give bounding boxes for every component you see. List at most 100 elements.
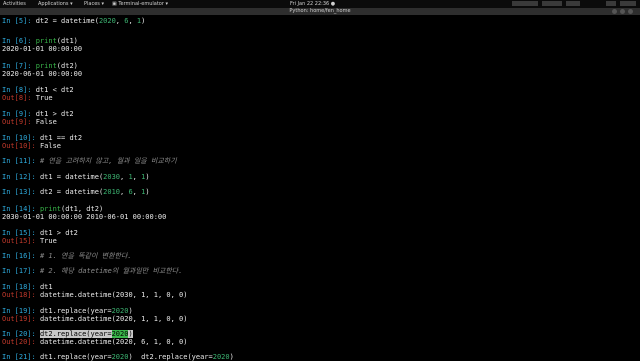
output-line: Out[20]: datetime.datetime(2020, 6, 1, 0…: [2, 338, 187, 346]
output-line: Out[18]: datetime.datetime(2030, 1, 1, 0…: [2, 291, 187, 299]
code-text: True: [35, 94, 53, 102]
selected-text: 2020: [111, 330, 129, 338]
input-line: In [9]: dt1 > dt2: [2, 110, 74, 118]
input-line: In [5]: dt2 = datetime(2020, 6, 1): [2, 17, 145, 25]
input-line: In [11]: # 연을 고려하지 않고, 월과 일을 비교하기: [2, 157, 177, 165]
out-prompt: Out[8]:: [2, 94, 36, 102]
code-text: 2020: [111, 307, 129, 315]
in-prompt: In [16]:: [2, 252, 40, 260]
input-line: In [12]: dt1 = datetime(2030, 1, 1): [2, 173, 150, 181]
clock[interactable]: Fri Jan 22 22:36 ●: [290, 0, 335, 8]
out-prompt: Out[10]:: [2, 142, 40, 150]
in-prompt: In [15]:: [2, 229, 40, 237]
code-text: dt1 > dt2: [39, 229, 78, 237]
code-text: 2010: [103, 188, 121, 196]
in-prompt: In [14]:: [2, 205, 40, 213]
in-prompt: In [20]:: [2, 330, 40, 338]
input-line: In [15]: dt1 > dt2: [2, 229, 78, 237]
activities-button[interactable]: Activities: [3, 0, 26, 8]
code-text: (dt2): [56, 62, 78, 70]
in-prompt: In [6]:: [2, 37, 36, 45]
in-prompt: In [12]:: [2, 173, 40, 181]
output-line: Out[19]: datetime.datetime(2020, 1, 1, 0…: [2, 315, 187, 323]
input-line: In [8]: dt1 < dt2: [2, 86, 74, 94]
code-text: ): [128, 307, 133, 315]
code-text: 2030-01-01 00:00:00 2010-06-01 00:00:00: [2, 213, 167, 221]
code-text: (dt1): [56, 37, 78, 45]
code-comment: # 2. 해당 datetime의 월과일만 비교한다.: [39, 267, 183, 275]
power-menu-icon[interactable]: [620, 1, 636, 6]
output-line: Out[10]: False: [2, 142, 61, 150]
code-text: ): [145, 173, 150, 181]
code-text: ): [141, 17, 146, 25]
output-line: Out[15]: True: [2, 237, 57, 245]
in-prompt: In [13]:: [2, 188, 40, 196]
terminal-output[interactable]: In [5]: dt2 = datetime(2020, 6, 1) In [6]…: [0, 15, 640, 361]
out-prompt: Out[18]:: [2, 291, 40, 299]
code-text: print: [35, 62, 57, 70]
code-text: 2020: [98, 17, 116, 25]
input-line: In [7]: print(dt2): [2, 62, 78, 70]
window-titlebar[interactable]: Python: home/fen_home: [0, 8, 640, 15]
code-text: 2020-01-01 00:00:00: [2, 45, 83, 53]
code-text: dt1 < dt2: [35, 86, 74, 94]
code-text: ): [145, 188, 150, 196]
in-prompt: In [7]:: [2, 62, 36, 70]
out-prompt: Out[15]:: [2, 237, 40, 245]
code-text: dt1 = datetime(: [39, 173, 104, 181]
input-line: In [13]: dt2 = datetime(2010, 6, 1): [2, 188, 150, 196]
code-text: ,: [128, 17, 137, 25]
code-text: dt2 = datetime(: [39, 188, 104, 196]
in-prompt: In [18]:: [2, 283, 40, 291]
out-prompt: Out[9]:: [2, 118, 36, 126]
output-line: Out[8]: True: [2, 94, 53, 102]
tray-status-icon[interactable]: [542, 1, 562, 6]
out-prompt: Out[19]:: [2, 315, 40, 323]
input-line: In [17]: # 2. 해당 datetime의 월과일만 비교한다.: [2, 267, 182, 275]
input-line: In [10]: dt1 == dt2: [2, 134, 82, 142]
terminal-app-menu[interactable]: ▣ Terminal-emulator ▾: [112, 0, 168, 8]
in-prompt: In [17]:: [2, 267, 40, 275]
code-text: dt1.replace(year=: [39, 307, 112, 315]
minimize-icon[interactable]: [612, 9, 617, 14]
close-icon[interactable]: [628, 9, 633, 14]
code-comment: # 1. 연을 똑같이 변환한다.: [39, 252, 132, 260]
code-text: print: [39, 205, 62, 213]
code-text: dt1: [39, 283, 53, 291]
code-text: ,: [115, 17, 125, 25]
print-output-line: 2020-01-01 00:00:00: [2, 45, 82, 53]
code-text: ,: [132, 173, 142, 181]
in-prompt: In [19]:: [2, 307, 40, 315]
tray-indicator-icon[interactable]: [512, 1, 538, 6]
in-prompt: In [10]:: [2, 134, 40, 142]
maximize-icon[interactable]: [620, 9, 625, 14]
print-output-line: 2020-06-01 00:00:00: [2, 70, 82, 78]
input-line: In [16]: # 1. 연을 똑같이 변환한다.: [2, 252, 132, 260]
in-prompt: In [8]:: [2, 86, 36, 94]
code-text: dt1 > dt2: [35, 110, 74, 118]
places-menu[interactable]: Places ▾: [84, 0, 104, 8]
selected-text: dt2.replace(year=: [39, 330, 112, 338]
code-text: 2020-06-01 00:00:00: [2, 70, 83, 78]
code-text: dt1 == dt2: [39, 134, 83, 142]
input-line: In [14]: print(dt1, dt2): [2, 205, 103, 213]
tray-app-icon[interactable]: [566, 1, 580, 6]
top-panel: Activities Applications ▾ Places ▾ ▣ Ter…: [0, 0, 640, 8]
code-text: True: [39, 237, 57, 245]
code-text: datetime.datetime(2020, 6, 1, 0, 0): [39, 338, 188, 346]
code-text: datetime.datetime(2020, 1, 1, 0, 0): [39, 315, 188, 323]
code-text: 2030: [103, 173, 121, 181]
code-text: False: [35, 118, 57, 126]
network-icon[interactable]: [606, 1, 616, 6]
applications-menu[interactable]: Applications ▾: [38, 0, 73, 8]
code-text: (dt1, dt2): [61, 205, 104, 213]
selected-text: ): [128, 330, 133, 338]
print-output-line: 2030-01-01 00:00:00 2010-06-01 00:00:00: [2, 213, 166, 221]
out-prompt: Out[20]:: [2, 338, 40, 346]
input-line: In [18]: dt1: [2, 283, 53, 291]
code-text: False: [39, 142, 62, 150]
in-prompt: In [9]:: [2, 110, 36, 118]
input-line: In [19]: dt1.replace(year=2020): [2, 307, 133, 315]
code-text: ,: [132, 188, 142, 196]
code-comment: # 연을 고려하지 않고, 월과 일을 비교하기: [39, 157, 177, 165]
